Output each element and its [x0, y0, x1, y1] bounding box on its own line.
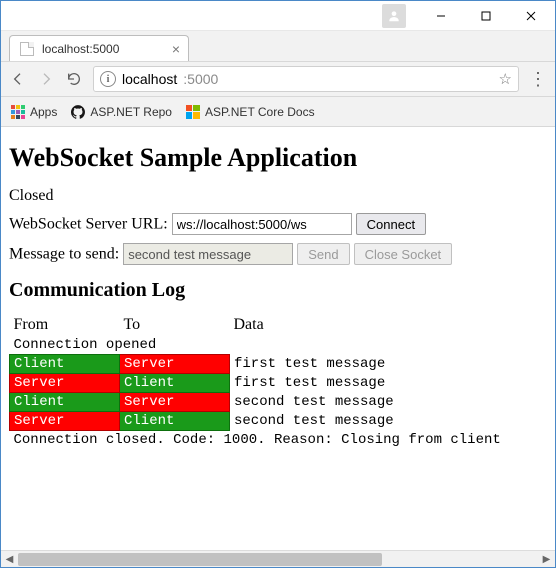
message-label: Message to send:: [9, 246, 119, 263]
back-button[interactable]: [9, 70, 27, 88]
message-input[interactable]: [123, 243, 293, 265]
close-socket-button[interactable]: Close Socket: [354, 243, 453, 265]
tab-close-icon[interactable]: ×: [172, 42, 180, 56]
microsoft-icon: [186, 105, 200, 119]
scroll-left-icon[interactable]: ◀: [1, 551, 18, 568]
apps-grid-icon: [11, 105, 25, 119]
scroll-right-icon[interactable]: ▶: [538, 551, 555, 568]
url-label: WebSocket Server URL:: [9, 216, 168, 233]
horizontal-scrollbar[interactable]: ◀ ▶: [1, 550, 555, 567]
window-titlebar: [1, 1, 555, 31]
log-close-line: Connection closed. Code: 1000. Reason: C…: [10, 431, 548, 450]
log-row: ClientServersecond test message: [10, 393, 548, 412]
browser-tab[interactable]: localhost:5000 ×: [9, 35, 189, 61]
bookmark-aspnet-repo[interactable]: ASP.NET Repo: [71, 105, 172, 119]
bookmarks-bar: Apps ASP.NET Repo ASP.NET Core Docs: [1, 97, 555, 127]
bookmark-aspnet-docs[interactable]: ASP.NET Core Docs: [186, 105, 315, 119]
browser-toolbar: i localhost :5000 ☆ ⋮: [1, 61, 555, 97]
window-maximize-button[interactable]: [463, 2, 508, 30]
connect-button[interactable]: Connect: [356, 213, 426, 235]
site-info-icon[interactable]: i: [100, 71, 116, 87]
bookmark-label: ASP.NET Core Docs: [205, 105, 315, 119]
scroll-thumb[interactable]: [18, 553, 382, 566]
bookmark-label: ASP.NET Repo: [90, 105, 172, 119]
forward-button[interactable]: [37, 70, 55, 88]
communication-log-table: From To Data Connection openedClientServ…: [9, 314, 547, 449]
log-close-row: Connection closed. Code: 1000. Reason: C…: [10, 431, 548, 450]
page-title: WebSocket Sample Application: [9, 143, 547, 173]
log-row: ServerClientfirst test message: [10, 374, 548, 393]
log-row: ClientServerfirst test message: [10, 355, 548, 374]
websocket-url-input[interactable]: [172, 213, 352, 235]
log-row: ServerClientsecond test message: [10, 412, 548, 431]
github-icon: [71, 105, 85, 119]
col-to: To: [120, 314, 230, 336]
log-open-line: Connection opened: [10, 336, 548, 355]
col-from: From: [10, 314, 120, 336]
col-data: Data: [230, 314, 548, 336]
bookmark-star-icon[interactable]: ☆: [499, 70, 512, 88]
url-path: :5000: [183, 71, 218, 87]
connection-status: Closed: [9, 187, 547, 205]
browser-tabbar: localhost:5000 ×: [1, 31, 555, 61]
url-row: WebSocket Server URL: Connect: [9, 213, 547, 235]
apps-shortcut[interactable]: Apps: [11, 105, 57, 119]
tab-title: localhost:5000: [42, 42, 119, 56]
address-bar[interactable]: i localhost :5000 ☆: [93, 66, 519, 92]
scroll-track[interactable]: [18, 551, 538, 568]
log-open-row: Connection opened: [10, 336, 548, 355]
page-icon: [20, 42, 34, 56]
page-content: WebSocket Sample Application Closed WebS…: [1, 127, 555, 550]
window-minimize-button[interactable]: [418, 2, 463, 30]
send-button[interactable]: Send: [297, 243, 349, 265]
reload-button[interactable]: [65, 70, 83, 88]
message-row: Message to send: Send Close Socket: [9, 243, 547, 265]
url-host: localhost: [122, 71, 177, 87]
browser-menu-icon[interactable]: ⋮: [529, 70, 547, 88]
log-heading: Communication Log: [9, 279, 547, 302]
window-close-button[interactable]: [508, 2, 553, 30]
apps-label: Apps: [30, 105, 57, 119]
chrome-user-icon[interactable]: [382, 4, 406, 28]
